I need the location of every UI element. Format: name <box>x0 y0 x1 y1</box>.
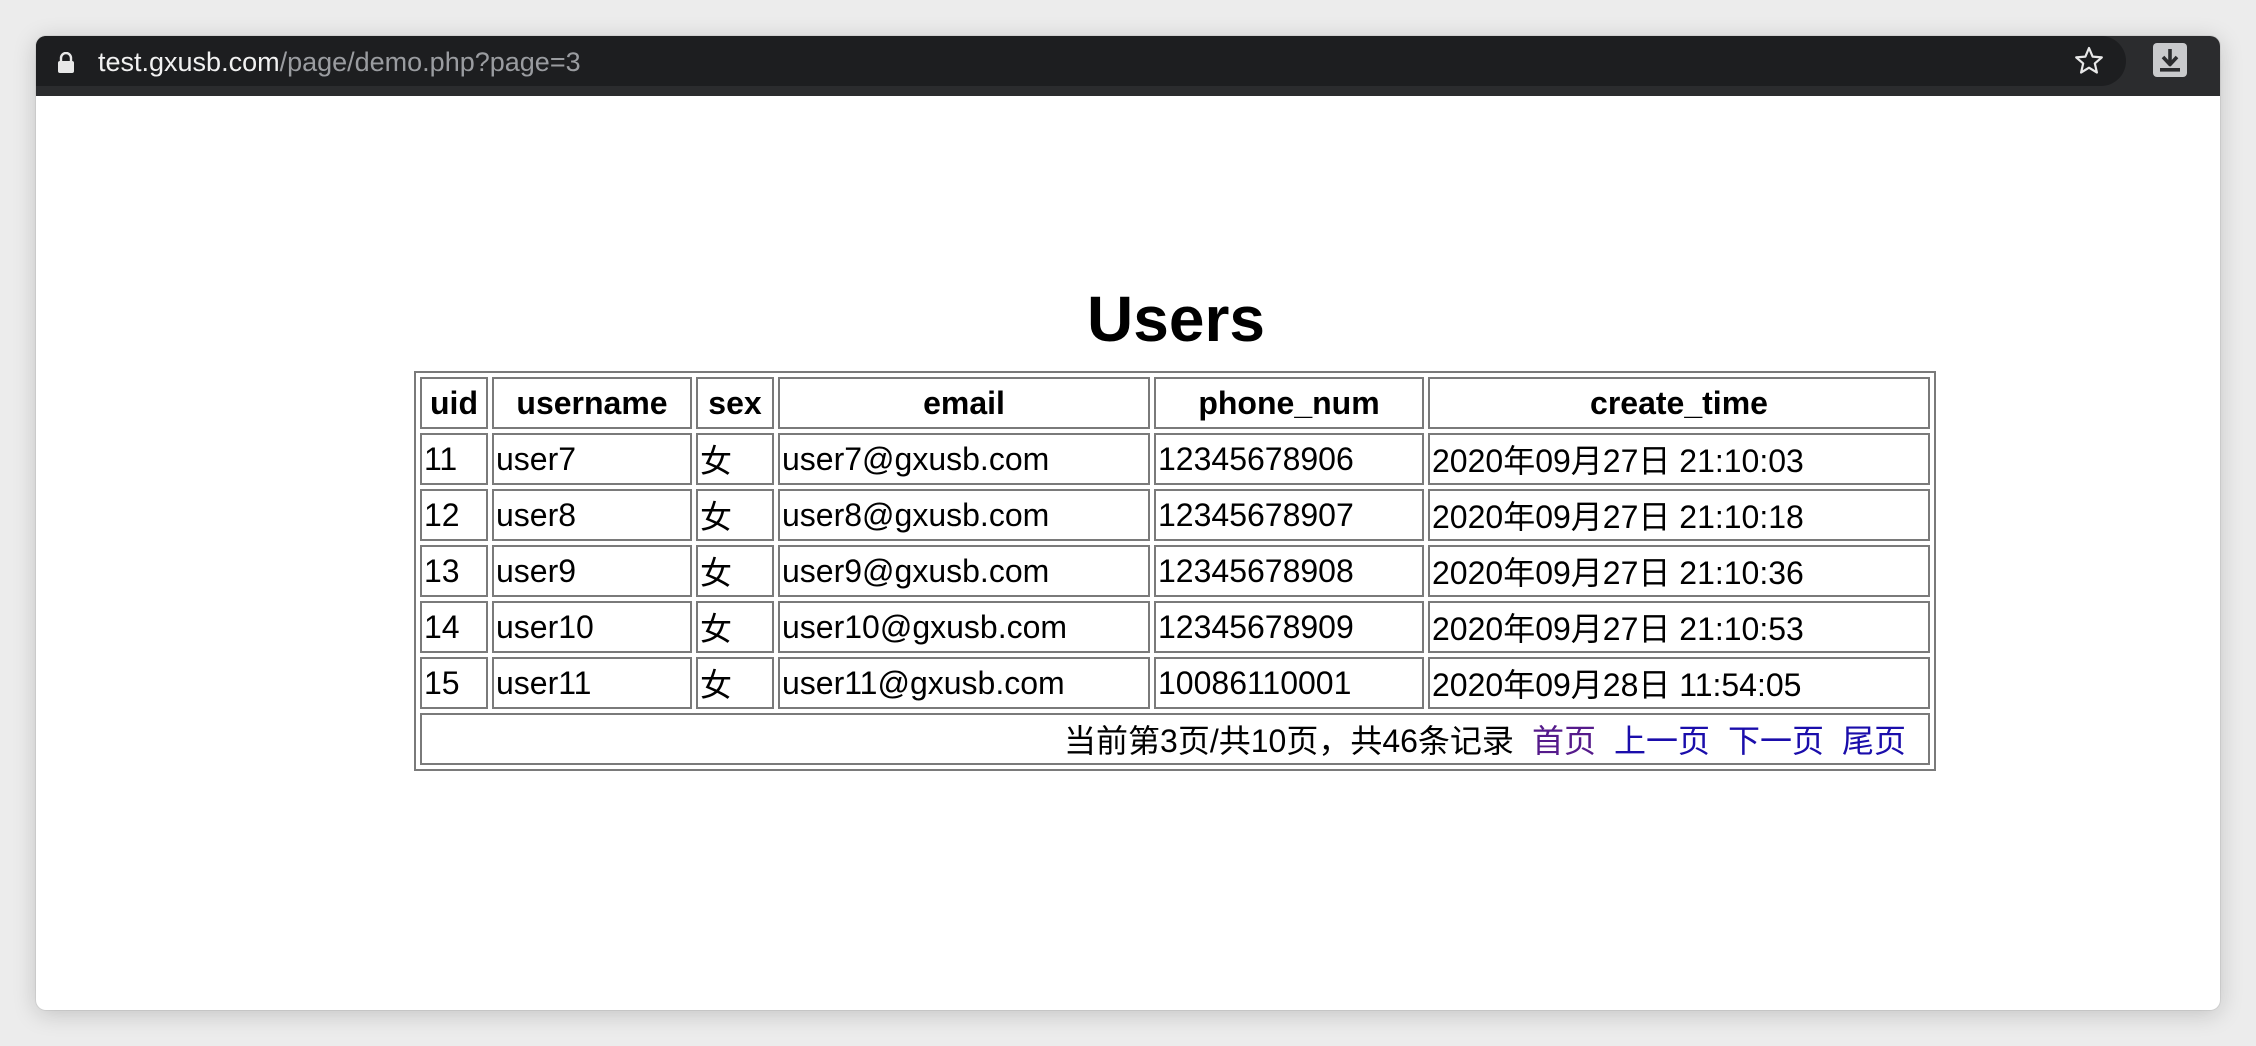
cell-uid: 15 <box>420 657 488 709</box>
cell-username: user9 <box>492 545 692 597</box>
cell-sex: 女 <box>696 657 774 709</box>
column-header-create-time: create_time <box>1428 377 1930 429</box>
pager-last-link[interactable]: 尾页 <box>1842 723 1906 759</box>
cell-uid: 12 <box>420 489 488 541</box>
column-header-phone-num: phone_num <box>1154 377 1424 429</box>
cell-email: user7@gxusb.com <box>778 433 1150 485</box>
column-header-username: username <box>492 377 692 429</box>
cell-phone-num: 12345678906 <box>1154 433 1424 485</box>
cell-phone-num: 12345678907 <box>1154 489 1424 541</box>
browser-window: test.gxusb.com/page/demo.php?page=3 User… <box>36 36 2220 1010</box>
cell-email: user11@gxusb.com <box>778 657 1150 709</box>
users-table: uid username sex email phone_num create_… <box>414 371 1936 771</box>
column-header-email: email <box>778 377 1150 429</box>
cell-phone-num: 12345678909 <box>1154 601 1424 653</box>
table-row: 11 user7 女 user7@gxusb.com 12345678906 2… <box>420 433 1930 485</box>
cell-uid: 11 <box>420 433 488 485</box>
column-header-sex: sex <box>696 377 774 429</box>
cell-phone-num: 10086110001 <box>1154 657 1424 709</box>
pager-prev-link[interactable]: 上一页 <box>1614 723 1710 759</box>
cell-create-time: 2020年09月28日 11:54:05 <box>1428 657 1930 709</box>
cell-sex: 女 <box>696 489 774 541</box>
lock-icon <box>58 52 74 73</box>
cell-email: user9@gxusb.com <box>778 545 1150 597</box>
cell-sex: 女 <box>696 545 774 597</box>
browser-toolbar: test.gxusb.com/page/demo.php?page=3 <box>36 36 2220 96</box>
cell-username: user8 <box>492 489 692 541</box>
pager-summary: 当前第3页/共10页，共46条记录 <box>1064 723 1514 759</box>
cell-sex: 女 <box>696 601 774 653</box>
cell-create-time: 2020年09月27日 21:10:18 <box>1428 489 1930 541</box>
cell-create-time: 2020年09月27日 21:10:36 <box>1428 545 1930 597</box>
table-row: 15 user11 女 user11@gxusb.com 10086110001… <box>420 657 1930 709</box>
cell-email: user8@gxusb.com <box>778 489 1150 541</box>
cell-uid: 14 <box>420 601 488 653</box>
address-field[interactable]: test.gxusb.com/page/demo.php?page=3 <box>36 36 2126 86</box>
cell-phone-num: 12345678908 <box>1154 545 1424 597</box>
cell-create-time: 2020年09月27日 21:10:53 <box>1428 601 1930 653</box>
bookmark-star-icon[interactable] <box>2072 44 2106 78</box>
url-text[interactable]: test.gxusb.com/page/demo.php?page=3 <box>98 42 581 82</box>
table-header-row: uid username sex email phone_num create_… <box>420 377 1930 429</box>
cell-username: user11 <box>492 657 692 709</box>
page-title: Users <box>1087 283 1265 355</box>
table-row: 14 user10 女 user10@gxusb.com 12345678909… <box>420 601 1930 653</box>
pager-first-link[interactable]: 首页 <box>1532 723 1596 759</box>
url-path: /page/demo.php?page=3 <box>279 47 581 77</box>
cell-uid: 13 <box>420 545 488 597</box>
pager-row: 当前第3页/共10页，共46条记录 首页 上一页 下一页 尾页 <box>420 713 1930 765</box>
cell-email: user10@gxusb.com <box>778 601 1150 653</box>
table-row: 12 user8 女 user8@gxusb.com 12345678907 2… <box>420 489 1930 541</box>
column-header-uid: uid <box>420 377 488 429</box>
cell-sex: 女 <box>696 433 774 485</box>
pager-next-link[interactable]: 下一页 <box>1728 723 1824 759</box>
pager-cell: 当前第3页/共10页，共46条记录 首页 上一页 下一页 尾页 <box>420 713 1930 765</box>
cell-create-time: 2020年09月27日 21:10:03 <box>1428 433 1930 485</box>
download-icon[interactable] <box>2151 41 2189 79</box>
table-row: 13 user9 女 user9@gxusb.com 12345678908 2… <box>420 545 1930 597</box>
cell-username: user7 <box>492 433 692 485</box>
cell-username: user10 <box>492 601 692 653</box>
url-host: test.gxusb.com <box>98 47 280 77</box>
